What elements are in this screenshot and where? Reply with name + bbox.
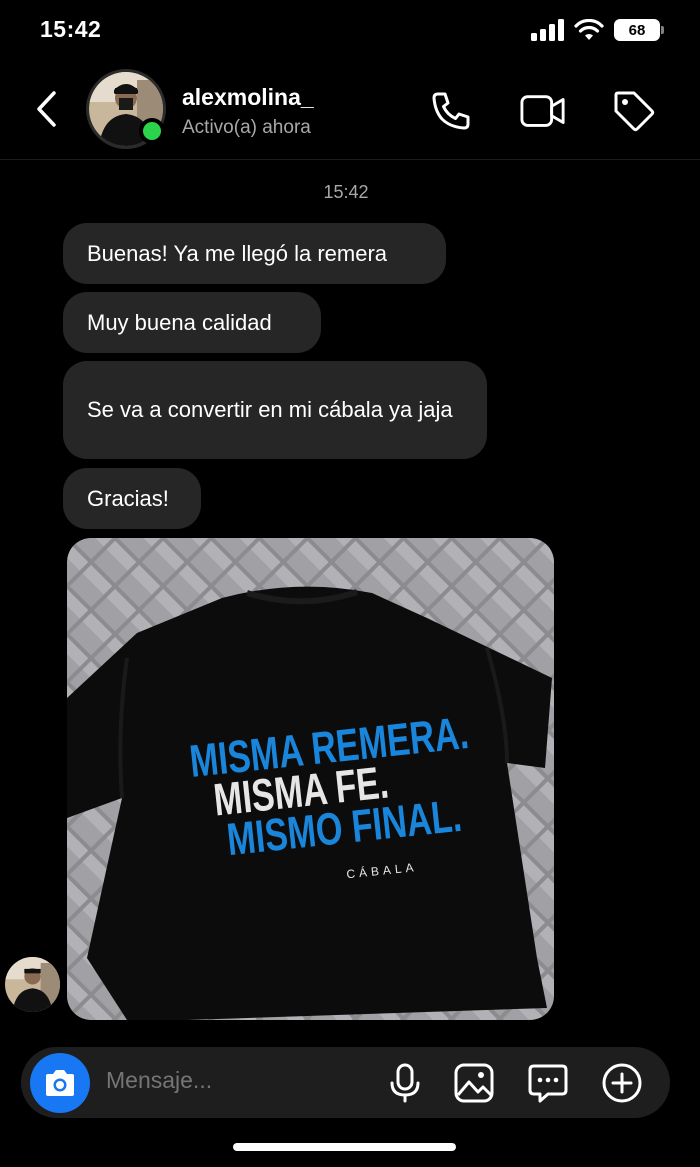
sender-avatar[interactable]	[5, 957, 60, 1012]
message-text: Buenas! Ya me llegó la remera	[87, 240, 388, 266]
battery-level: 68	[628, 21, 646, 39]
plus-icon	[602, 1063, 642, 1103]
status-bar: 15:42 68	[0, 0, 700, 62]
sticker-button[interactable]	[526, 1061, 570, 1105]
back-button[interactable]	[28, 89, 64, 129]
message-bubble[interactable]: Muy buena calidad	[63, 292, 321, 353]
tshirt-photo: MISMA REMERA. MISMA FE. MISMO FINAL. CÁB…	[67, 538, 554, 1020]
photo-message[interactable]: MISMA REMERA. MISMA FE. MISMO FINAL. CÁB…	[67, 538, 554, 1020]
phone-icon	[432, 92, 470, 130]
back-chevron-icon	[37, 91, 56, 127]
message-text: Se va a convertir en mi cábala ya jaja	[87, 397, 453, 422]
camera-button[interactable]	[30, 1053, 90, 1113]
contact-avatar[interactable]	[86, 69, 166, 149]
cellular-signal-icon	[531, 19, 564, 41]
chat-header: alexmolina_ Activo(a) ahora	[0, 62, 700, 160]
sticker-icon	[528, 1064, 568, 1103]
status-icons: 68	[530, 19, 664, 41]
camera-icon	[46, 1070, 74, 1096]
call-button[interactable]	[428, 88, 474, 134]
message-bubble[interactable]: Se va a convertir en mi cábala ya jaja	[63, 361, 487, 459]
contact-name[interactable]: alexmolina_	[182, 84, 314, 111]
tag-button[interactable]	[611, 88, 657, 134]
video-camera-icon	[520, 95, 565, 127]
message-composer	[21, 1047, 670, 1118]
online-indicator	[139, 118, 165, 144]
wifi-icon	[574, 19, 604, 40]
battery-icon: 68	[614, 19, 664, 41]
gallery-button[interactable]	[452, 1061, 496, 1105]
message-bubble[interactable]: Buenas! Ya me llegó la remera	[63, 223, 446, 284]
message-bubble[interactable]: Gracias!	[63, 468, 201, 529]
microphone-icon	[390, 1063, 420, 1103]
person-avatar-icon	[5, 957, 60, 1012]
contact-status: Activo(a) ahora	[182, 117, 311, 138]
message-input[interactable]	[106, 1067, 366, 1094]
status-time: 15:42	[40, 16, 102, 42]
message-timestamp: 15:42	[323, 182, 369, 202]
video-call-button[interactable]	[520, 88, 566, 134]
message-text: Muy buena calidad	[87, 309, 272, 335]
message-text: Gracias!	[87, 485, 169, 511]
gallery-icon	[454, 1063, 494, 1103]
home-indicator[interactable]	[233, 1143, 456, 1151]
tag-icon	[614, 91, 655, 132]
more-options-button[interactable]	[600, 1061, 644, 1105]
voice-button[interactable]	[383, 1061, 427, 1105]
